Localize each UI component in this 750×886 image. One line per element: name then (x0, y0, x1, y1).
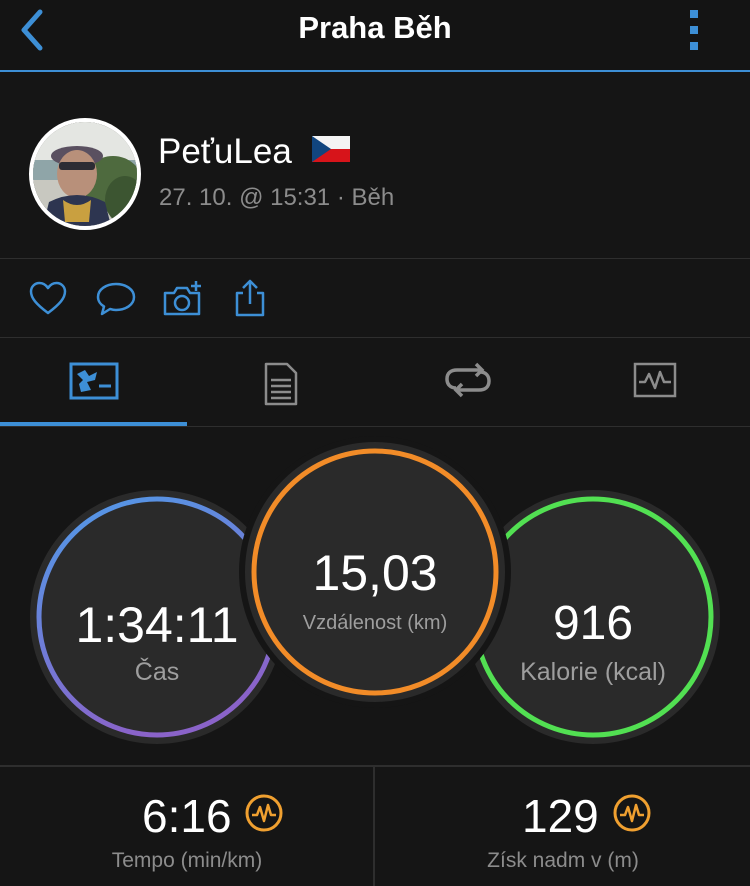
stats-row: 6:16 Tempo (min/km) 129 Získ nadm v (m) (0, 765, 750, 886)
laps-loop-icon (444, 362, 491, 398)
username[interactable]: PeťuLea (158, 132, 292, 172)
tab-laps[interactable] (374, 338, 561, 426)
elevation-zone-badge-icon (613, 794, 651, 832)
social-actions (0, 259, 750, 337)
activity-header: PeťuLea 27. 10. @ 15:31 · Běh (0, 74, 750, 258)
pace-label: Tempo (min/km) (111, 849, 263, 872)
document-list-icon (264, 362, 297, 406)
pace-zone-badge-icon (245, 794, 283, 832)
heart-icon (29, 281, 67, 315)
tab-details[interactable] (187, 338, 374, 426)
avatar-photo (33, 122, 137, 226)
elevation-label: Získ nadm v (m) (487, 849, 639, 872)
comment-button[interactable] (96, 279, 136, 319)
pace-value: 6:16 (142, 790, 232, 842)
top-bar: Praha Běh (0, 0, 750, 72)
elevation-stat: 129 Získ nadm v (m) (376, 767, 750, 886)
tab-charts[interactable] (561, 338, 748, 426)
chart-icon (633, 362, 676, 398)
distance-value: 15,03 (312, 545, 438, 601)
share-button[interactable] (232, 279, 272, 319)
camera-add-icon (163, 281, 201, 316)
activity-tabs (0, 338, 750, 426)
distance-label: Vzdálenost (km) (302, 612, 448, 634)
comment-icon (96, 282, 136, 316)
pace-stat: 6:16 Tempo (min/km) (0, 767, 374, 886)
czech-flag-icon (312, 136, 350, 162)
more-options-button[interactable] (680, 6, 708, 54)
tab-summary[interactable] (0, 338, 187, 426)
stats-summary-icon (69, 362, 118, 400)
distance-metric: 15,03 Vzdálenost (km) (245, 442, 505, 702)
kebab-menu-icon (690, 10, 698, 50)
share-icon (235, 279, 265, 317)
like-button[interactable] (28, 279, 68, 319)
avatar[interactable] (29, 118, 141, 230)
elevation-value: 129 (522, 790, 599, 842)
add-photo-button[interactable] (162, 279, 202, 319)
page-title: Praha Běh (298, 10, 452, 45)
stats-separator (373, 767, 375, 886)
activity-datetime-type: 27. 10. @ 15:31 · Běh (159, 184, 395, 211)
divider (0, 426, 750, 427)
